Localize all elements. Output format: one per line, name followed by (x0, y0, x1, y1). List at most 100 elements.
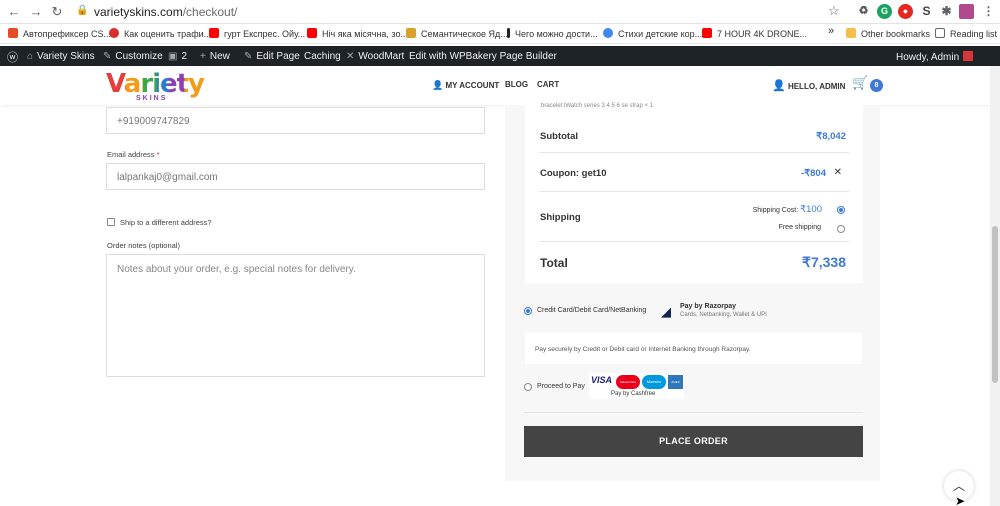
browser-toolbar: ← → ↻ 🔒 varietyskins.com/checkout/ ☆ ♻ G… (0, 0, 1000, 24)
wp-howdy[interactable]: Howdy, Admin (896, 51, 974, 63)
cashfree-option-label[interactable]: Proceed to Pay (537, 383, 585, 390)
razorpay-title: Pay by Razorpay (680, 303, 737, 310)
s-extension-icon[interactable]: S (919, 4, 934, 19)
amex-icon: AMEX (668, 375, 683, 389)
account-hello[interactable]: 👤 HELLO, ADMIN (772, 79, 845, 92)
bookmark-item[interactable]: Автопрефиксер CS... (8, 28, 111, 39)
address-bar[interactable]: 🔒 varietyskins.com/checkout/ (70, 2, 855, 22)
home-icon: ⌂ (27, 51, 34, 62)
brush-icon: ✎ (103, 51, 112, 62)
card-logos: VISA MasterCard Maestro AMEX Pay by Cash… (589, 373, 684, 399)
order-notes-label: Order notes (optional) (107, 241, 180, 250)
shipping-cost-value: ₹100 (800, 204, 822, 215)
user-avatar (963, 51, 974, 61)
other-bookmarks[interactable]: Other bookmarks (846, 28, 930, 39)
razorpay-option-label[interactable]: Credit Card/Debit Card/NetBanking (537, 307, 646, 314)
coupon-value: -₹804 (800, 168, 826, 179)
bookmark-item[interactable]: Ніч яка місячна, зо... (307, 28, 408, 39)
required-marker: * (156, 150, 160, 159)
razorpay-radio[interactable] (524, 307, 532, 315)
bookmark-star-icon[interactable]: ☆ (828, 3, 840, 19)
back-arrow-icon[interactable]: ← (6, 4, 22, 20)
bookmark-item[interactable]: 7 HOUR 4K DRONE... (702, 28, 807, 39)
logo-wordmark: Variety (106, 69, 205, 99)
razorpay-subtitle: Cards, Netbanking, Wallet & UPI (680, 312, 767, 318)
bookmark-item[interactable]: Семантическое Яд... (406, 28, 508, 39)
wp-comments[interactable]: ▣ 2 (168, 51, 187, 62)
cashfree-radio[interactable] (524, 383, 532, 391)
folder-icon (846, 28, 856, 38)
mouse-cursor-icon: ➤ (955, 494, 966, 506)
adblock-extension-icon[interactable]: ● (898, 4, 913, 19)
remove-coupon-icon[interactable]: ✕ (834, 167, 842, 178)
place-order-button[interactable]: PLACE ORDER (524, 426, 863, 457)
bookmark-item[interactable]: Чего можно дости... (507, 28, 598, 39)
wp-wpbakery[interactable]: Edit with WPBakery Page Builder (409, 51, 557, 62)
email-field[interactable]: lalpankaj0@gmail.com (106, 163, 485, 190)
grammarly-extension-icon[interactable]: G (877, 4, 892, 19)
url-host: varietyskins.com (94, 5, 183, 19)
mastercard-icon: MasterCard (616, 375, 640, 389)
subtotal-row: Subtotal ₹8,042 (539, 116, 849, 153)
profile-avatar[interactable] (959, 4, 974, 19)
nav-blog[interactable]: BLOG (505, 80, 528, 89)
nav-cart[interactable]: CART (537, 80, 559, 89)
coupon-row: Coupon: get10 -₹804 ✕ (539, 153, 849, 192)
shipping-cost-option: Shipping Cost: ₹100 (752, 204, 822, 215)
recycle-extension-icon[interactable]: ♻ (856, 4, 871, 19)
phone-field[interactable]: +919009747829 (106, 107, 485, 134)
browser-menu-icon[interactable]: ⋮ (981, 4, 996, 19)
bookmark-favicon-icon (603, 28, 613, 38)
total-value: ₹7,338 (802, 254, 846, 270)
nav-my-account[interactable]: 👤 MY ACCOUNT (432, 80, 499, 91)
forward-arrow-icon[interactable]: → (28, 4, 44, 20)
wp-caching[interactable]: Caching (304, 51, 341, 62)
bookmark-item[interactable]: Стихи детские кор... (603, 28, 702, 39)
site-logo[interactable]: Variety SKINS (106, 69, 205, 102)
bookmark-item[interactable]: Как оценить трафи... (109, 28, 211, 39)
url-path: /checkout/ (182, 5, 238, 19)
razorpay-description: Pay securely by Credit or Debit card or … (525, 333, 862, 364)
wp-new[interactable]: + New (200, 51, 230, 62)
reload-icon[interactable]: ↻ (49, 4, 65, 20)
subtotal-value: ₹8,042 (816, 131, 846, 142)
reading-list-icon (935, 28, 945, 38)
user-outline-icon: 👤 (772, 80, 786, 92)
wp-admin-bar: ⓦ ⌂ Variety Skins ✎ Customize ▣ 2 + New ✎ Edi… (0, 46, 1000, 66)
cart-icon[interactable]: 🛒 (852, 75, 868, 91)
shipping-cost-radio[interactable] (837, 206, 845, 214)
bookmark-item[interactable]: гурт Експрес. Ойу... (209, 28, 305, 39)
woodmart-icon: ✕ (346, 51, 355, 62)
lock-icon: 🔒 (76, 5, 89, 16)
extensions-puzzle-icon[interactable]: ✱ (939, 4, 954, 19)
comment-icon: ▣ (168, 51, 178, 62)
user-icon: 👤 (432, 80, 444, 90)
cart-count-badge: 8 (870, 79, 883, 92)
page-scrollbar-thumb[interactable] (992, 226, 998, 383)
coupon-label: Coupon: get10 (540, 168, 607, 179)
ship-different-checkbox[interactable] (107, 218, 115, 226)
ship-different-label: Ship to a different address? (120, 218, 212, 227)
divider (524, 412, 863, 413)
chevron-up-icon: ︿ (952, 479, 965, 493)
wordpress-logo-icon[interactable]: ⓦ (7, 49, 18, 65)
wp-edit-page[interactable]: ✎ Edit Page (244, 51, 300, 62)
shipping-row: Shipping Shipping Cost: ₹100 Free shippi… (539, 192, 849, 242)
youtube-icon (307, 28, 317, 38)
shipping-label: Shipping (540, 212, 581, 223)
youtube-icon (702, 28, 712, 38)
total-row: Total ₹7,338 (539, 242, 849, 283)
wp-customize[interactable]: ✎ Customize (103, 51, 163, 62)
free-shipping-radio[interactable] (837, 225, 845, 233)
cashfree-caption: Pay by Cashfree (611, 391, 656, 397)
wp-woodmart[interactable]: ✕ WoodMart (346, 51, 404, 62)
reading-list[interactable]: Reading list (935, 28, 997, 39)
total-label: Total (540, 256, 568, 270)
order-notes-textarea[interactable]: Notes about your order, e.g. special not… (106, 254, 485, 377)
pencil-icon: ✎ (244, 51, 253, 62)
bookmark-favicon-icon (406, 28, 416, 38)
order-item-line: bracelet iWatch series 3 4 5 6 se strap … (541, 103, 653, 109)
more-bookmarks-button[interactable]: » (828, 25, 834, 37)
wp-site-name[interactable]: ⌂ Variety Skins (27, 51, 95, 62)
email-label: Email address * (107, 150, 160, 159)
